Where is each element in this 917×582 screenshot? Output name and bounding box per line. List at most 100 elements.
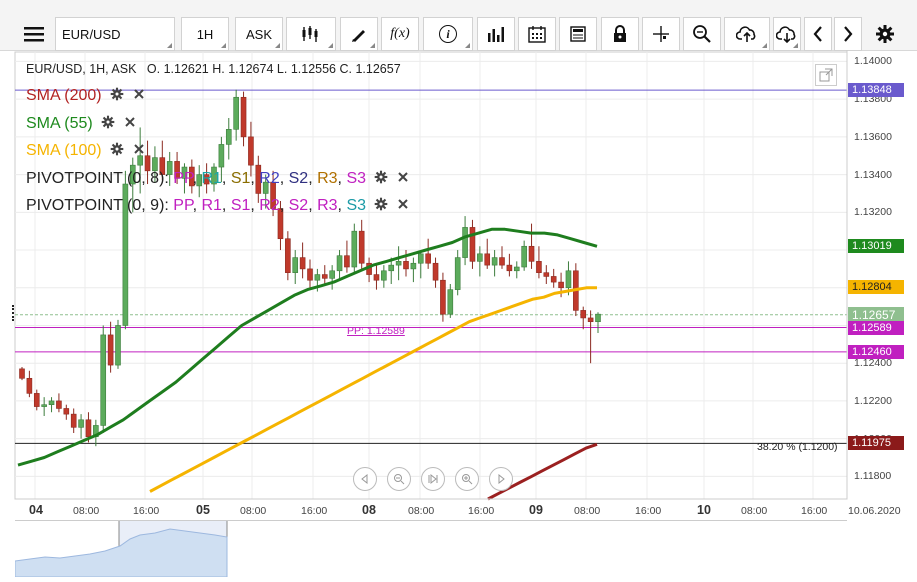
ohlc-symbol: EUR/USD, 1H, ASK	[26, 62, 137, 76]
volume-button[interactable]	[477, 17, 515, 51]
pivot-component-label: ,	[221, 170, 231, 188]
price-tick-label: 1.12400	[854, 357, 892, 370]
upload-button[interactable]	[724, 17, 770, 51]
candle-body	[565, 270, 572, 289]
indicator-settings-gear-icon[interactable]	[110, 142, 124, 160]
price-tick-label: 1.13600	[854, 130, 892, 143]
toolbar: EUR/USD 1H ASK f(x) i	[0, 0, 917, 51]
pivot-component-label: PP	[173, 197, 193, 215]
scroll-forward-button[interactable]	[834, 17, 862, 51]
indicator-legend-row: SMA (55)	[26, 115, 136, 133]
price-tick-label: 1.13400	[854, 168, 892, 181]
time-axis-label: 10.06.2020	[848, 505, 901, 517]
zoom-out-button[interactable]	[387, 467, 411, 491]
scroll-left-button[interactable]	[353, 467, 377, 491]
candle-body	[381, 270, 387, 281]
zoom-out-icon	[394, 474, 405, 485]
candle-body	[543, 272, 550, 277]
calendar-button[interactable]	[518, 17, 556, 51]
candle-body	[395, 261, 402, 266]
info-button[interactable]: i	[423, 17, 473, 51]
candle-body	[218, 144, 225, 168]
price-tag: 1.12804	[848, 280, 904, 294]
pivot-component-label: R1	[201, 170, 222, 188]
candle-body	[56, 400, 62, 409]
candle-body	[19, 368, 25, 379]
navigator-panel[interactable]	[14, 520, 847, 578]
candle-body	[248, 136, 254, 166]
lock-button[interactable]	[601, 17, 639, 51]
time-axis-day-label: 08	[362, 503, 376, 517]
indicator-legend-row: PIVOTPOINT (0, 8): PP, R1, S1, R2, S2, R…	[26, 170, 409, 188]
candle-body	[417, 253, 424, 264]
gear-icon	[876, 25, 894, 43]
candle-body	[233, 96, 239, 130]
candle-body	[329, 270, 335, 279]
candle-body	[152, 157, 158, 172]
calendar-icon	[528, 26, 546, 43]
candle-body	[388, 264, 395, 272]
reset-icon	[428, 473, 438, 485]
indicator-remove-close-icon[interactable]	[133, 87, 145, 104]
candle-body	[373, 274, 380, 281]
candle-body	[558, 281, 564, 289]
pivot-component-label: ,	[250, 197, 260, 215]
candle-body	[410, 262, 417, 270]
lock-icon	[614, 25, 626, 42]
candle-body	[506, 264, 513, 272]
candle-body	[432, 262, 439, 281]
candle-body	[580, 310, 587, 319]
pivot-component-label: R3	[317, 197, 338, 215]
settings-button[interactable]	[868, 17, 902, 51]
chart-type-button[interactable]	[286, 17, 336, 51]
candle-body	[587, 317, 594, 323]
interval-select[interactable]: 1H	[181, 17, 229, 51]
ohlc-high: 1.12674	[228, 62, 274, 76]
reset-view-button[interactable]	[421, 467, 445, 491]
indicator-remove-close-icon[interactable]	[133, 142, 145, 159]
scroll-back-button[interactable]	[804, 17, 832, 51]
pivot-component-label: S1	[230, 197, 251, 215]
ohlc-low: 1.12556	[290, 62, 336, 76]
candle-body	[403, 261, 409, 270]
menu-button[interactable]	[14, 17, 54, 51]
crosshair-button[interactable]	[642, 17, 680, 51]
price-type-select[interactable]: ASK	[235, 17, 283, 51]
draw-button[interactable]	[340, 17, 378, 51]
candle-body	[285, 238, 291, 273]
zoom-in-button[interactable]	[455, 467, 479, 491]
candle-body	[440, 279, 446, 315]
time-axis-day-label: 09	[529, 503, 543, 517]
scroll-right-button[interactable]	[489, 467, 513, 491]
plot-frame	[14, 51, 848, 500]
zoom-button[interactable]	[683, 17, 721, 51]
candle-body	[225, 129, 232, 145]
candle-body	[550, 276, 557, 283]
download-button[interactable]	[773, 17, 801, 51]
pivot-component-label: ,	[279, 197, 289, 215]
indicator-remove-close-icon[interactable]	[397, 170, 409, 187]
time-axis-label: 08:00	[574, 505, 601, 517]
expand-chart-button[interactable]	[815, 64, 837, 86]
candle-body	[447, 289, 454, 315]
pivot-component-label: S2	[288, 197, 309, 215]
pivot-component-label: R2	[259, 197, 280, 215]
indicator-settings-gear-icon[interactable]	[374, 170, 388, 188]
indicator-settings-gear-icon[interactable]	[110, 87, 124, 105]
template-button[interactable]	[559, 17, 597, 51]
time-axis-day-label: 04	[29, 503, 43, 517]
candle-body	[100, 334, 107, 426]
indicator-remove-close-icon[interactable]	[124, 115, 136, 132]
symbol-label: EUR/USD	[62, 26, 121, 42]
fx-icon: f(x)	[390, 26, 410, 41]
price-tag: 1.13848	[848, 83, 904, 98]
indicators-button[interactable]: f(x)	[381, 17, 419, 51]
ohlc-high-label: H.	[212, 62, 225, 76]
indicator-settings-gear-icon[interactable]	[101, 115, 115, 133]
candle-body	[144, 155, 151, 172]
candle-body	[63, 408, 70, 415]
indicator-remove-close-icon[interactable]	[397, 197, 409, 214]
symbol-select[interactable]: EUR/USD	[55, 17, 175, 51]
indicator-settings-gear-icon[interactable]	[374, 197, 388, 215]
indicator-label: SMA (100)	[26, 142, 102, 160]
